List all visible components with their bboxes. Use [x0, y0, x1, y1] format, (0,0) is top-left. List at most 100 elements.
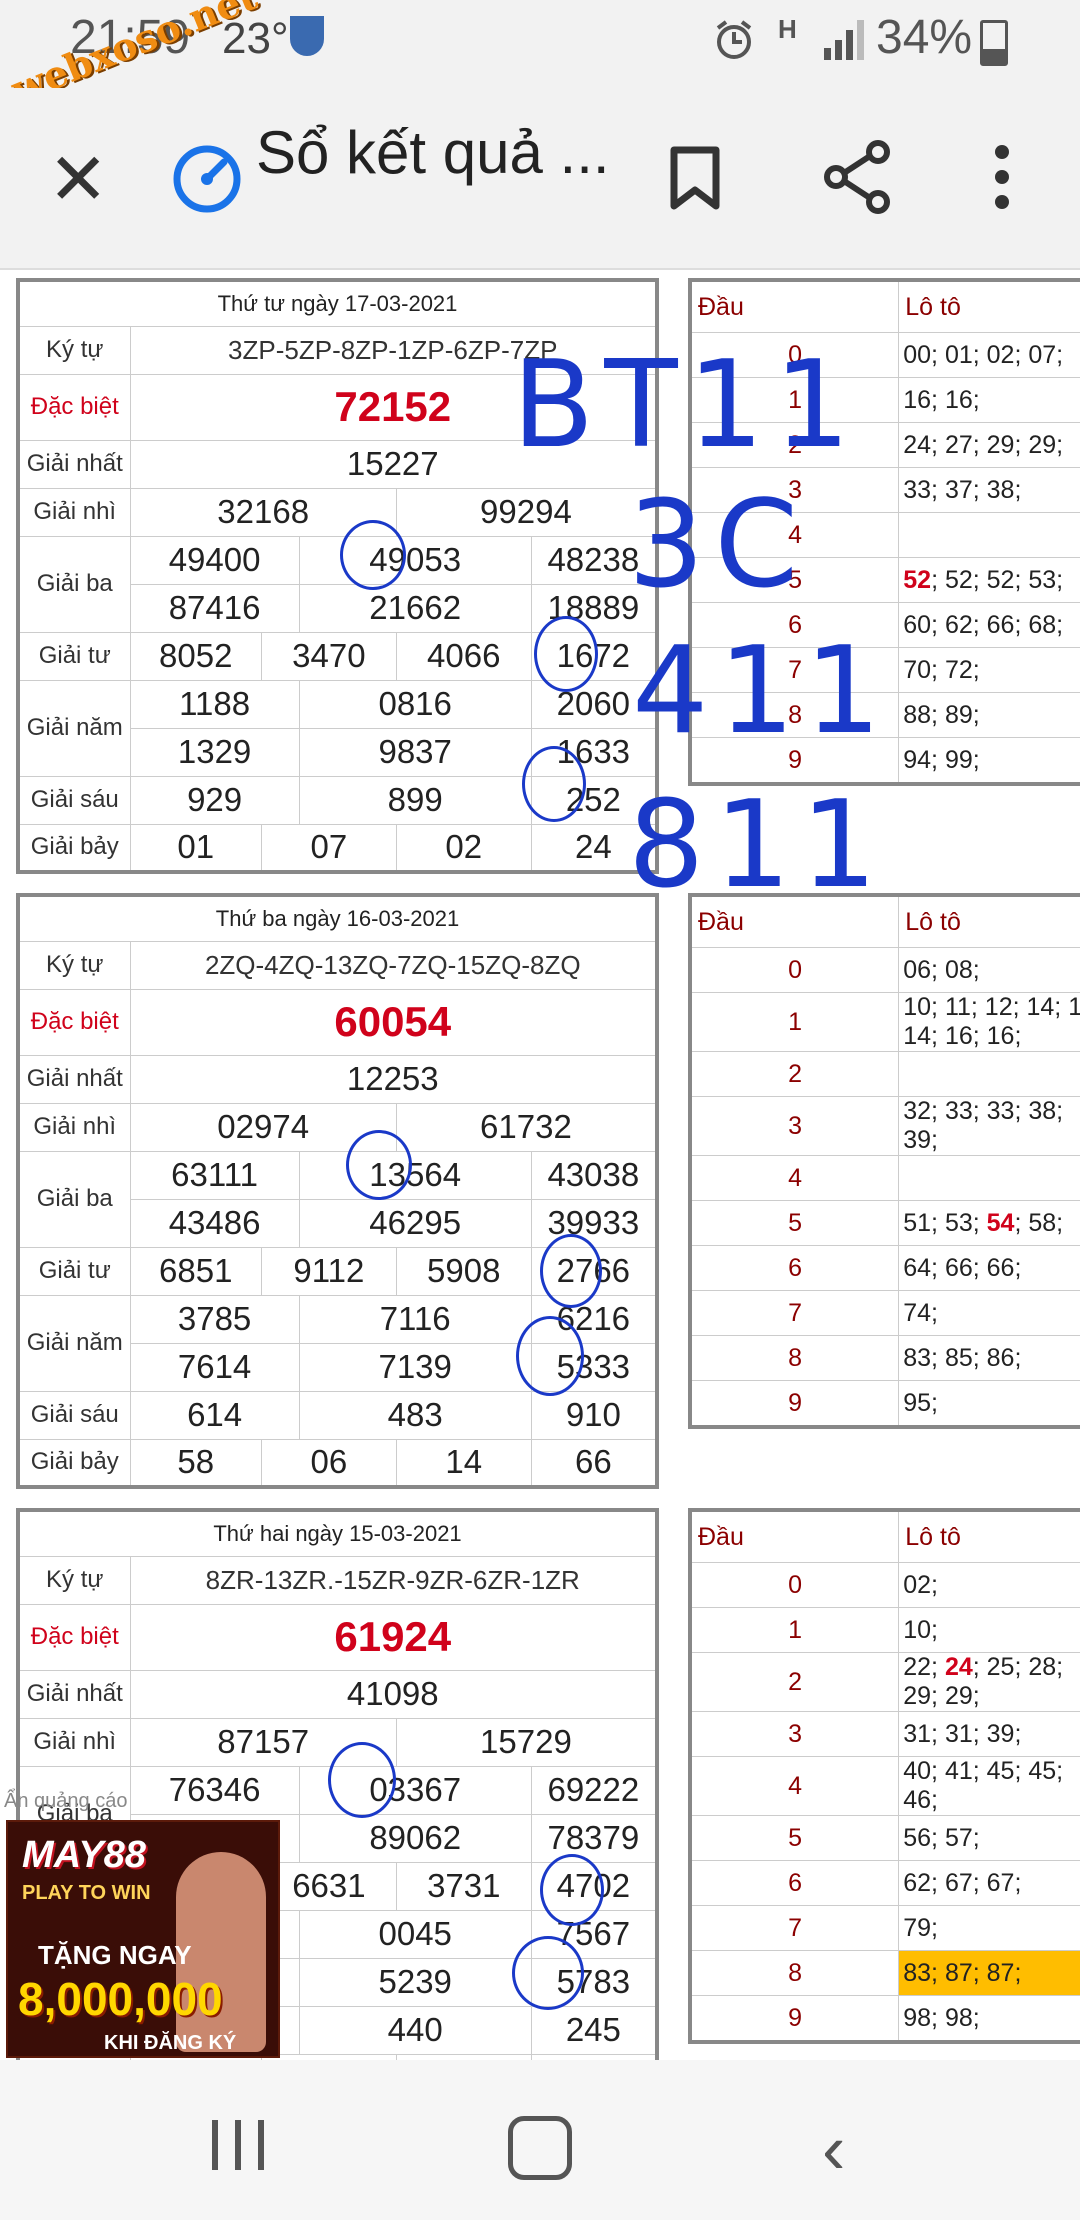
loto-head-digit: 0	[689, 947, 900, 993]
results-table: Thứ ba ngày 16-03-2021 Ký tự 2ZQ-4ZQ-13ZQ…	[16, 893, 659, 1489]
seventh-prize: 01	[129, 823, 262, 873]
loto-values: 56; 57;	[898, 1815, 1080, 1861]
loto-header: Lô tô	[898, 1509, 1080, 1563]
loto-number: 60; 62; 66; 68;	[903, 610, 1064, 639]
close-icon[interactable]: ✕	[48, 144, 108, 216]
third-prize: 03367	[298, 1765, 532, 1815]
loto-values: 31; 31; 39;	[898, 1711, 1080, 1757]
row-label: Ký tự	[17, 1555, 131, 1605]
loto-row: 9 98; 98;	[689, 1995, 1080, 2043]
recents-icon[interactable]	[210, 2118, 266, 2172]
handwritten-note: 3C	[628, 476, 809, 615]
sixth-prize: 929	[129, 775, 300, 825]
share-icon[interactable]	[822, 140, 892, 214]
loto-row: 0 02;	[689, 1562, 1080, 1608]
loto-values: 24; 27; 29; 29;	[898, 422, 1080, 468]
first-prize: 12253	[129, 1054, 658, 1104]
back-icon[interactable]: ‹	[822, 2114, 845, 2184]
loto-number: 10;	[903, 1615, 939, 1644]
third-prize: 43038	[530, 1150, 658, 1200]
loto-values: 60; 62; 66; 68;	[898, 602, 1080, 648]
fourth-prize: 4066	[395, 631, 532, 681]
seventh-prize: 07	[260, 823, 397, 873]
loto-number: ; 52; 52; 53;	[931, 565, 1064, 594]
loto-head-digit: 7	[689, 1905, 900, 1951]
home-icon[interactable]	[508, 2116, 572, 2180]
loto-values: 62; 67; 67;	[898, 1860, 1080, 1906]
fifth-prize: 1329	[129, 727, 300, 777]
row-label: Giải nhất	[17, 439, 131, 489]
fifth-prize: 3785	[129, 1294, 300, 1344]
row-label: Giải bảy	[17, 1438, 131, 1488]
loto-number: 00; 01; 02; 07;	[903, 340, 1064, 369]
loto-values: 22; 24; 25; 28; 29; 29;	[898, 1652, 1080, 1712]
special-prize: 60054	[129, 988, 658, 1056]
ad-promo: TẶNG NGAY	[38, 1940, 192, 1970]
fifth-prize: 0816	[298, 679, 532, 729]
seventh-prize: 02	[395, 823, 532, 873]
sixth-prize: 899	[298, 775, 532, 825]
system-nav-bar: ‹	[0, 2060, 1080, 2220]
loto-number: 32; 33; 33; 38; 39;	[903, 1097, 1064, 1154]
speed-gauge-icon[interactable]	[172, 144, 242, 214]
second-prize: 87157	[129, 1717, 397, 1767]
ad-amount: 8,000,000	[18, 1973, 223, 2025]
loto-number: 88; 89;	[903, 700, 980, 729]
loto-row: 3 32; 33; 33; 38; 39;	[689, 1096, 1080, 1156]
third-prize: 89062	[298, 1813, 532, 1863]
loto-number: 51; 53;	[903, 1208, 987, 1237]
row-label: Giải năm	[17, 679, 131, 777]
loto-number: 06; 08;	[903, 955, 980, 984]
results-content[interactable]: Thứ tư ngày 17-03-2021 Ký tự 3ZP-5ZP-8ZP-…	[0, 270, 1080, 2060]
ad-banner[interactable]: MAY88 PLAY TO WIN TẶNG NGAY 8,000,000 KH…	[6, 1820, 280, 2058]
page-title: Sổ kết quả ...	[256, 119, 610, 186]
loto-head-digit: 1	[689, 1607, 900, 1653]
signal-icon	[824, 20, 864, 60]
loto-row: 1 10;	[689, 1607, 1080, 1653]
row-label: Giải sáu	[17, 1390, 131, 1440]
loto-head-digit: 8	[689, 1950, 900, 1996]
loto-row: 5 56; 57;	[689, 1815, 1080, 1861]
fifth-prize: 5239	[298, 1957, 532, 2007]
loto-values: 32; 33; 33; 38; 39;	[898, 1096, 1080, 1156]
loto-head-digit: 4	[689, 1155, 900, 1201]
loto-head-digit: 9	[689, 1380, 900, 1428]
alarm-icon	[716, 20, 752, 59]
seventh-prize: 58	[129, 1438, 262, 1488]
second-prize: 15729	[395, 1717, 658, 1767]
loto-values: 10;	[898, 1607, 1080, 1653]
day-caption: Thứ ba ngày 16-03-2021	[17, 894, 658, 942]
network-type: H	[778, 14, 797, 44]
loto-values: 06; 08;	[898, 947, 1080, 993]
fifth-prize: 5783	[530, 1957, 658, 2007]
bookmark-icon[interactable]	[668, 146, 722, 212]
loto-number: 94; 99;	[903, 745, 980, 774]
hide-ad-link[interactable]: Ẩn quảng cáo	[4, 1790, 127, 1813]
third-prize: 69222	[530, 1765, 658, 1815]
fourth-prize: 6631	[260, 1861, 397, 1911]
loto-number: 62; 67; 67;	[903, 1868, 1022, 1897]
third-prize: 78379	[530, 1813, 658, 1863]
row-label: Giải năm	[17, 1294, 131, 1392]
loto-number: 31; 31; 39;	[903, 1719, 1022, 1748]
more-vert-icon[interactable]	[990, 142, 1014, 212]
loto-head-digit: 5	[689, 1200, 900, 1246]
loto-number: 95;	[903, 1388, 939, 1417]
loto-number: 40; 41; 45; 45; 46;	[903, 1757, 1064, 1814]
fourth-prize: 3470	[260, 631, 397, 681]
loto-table: ĐầuLô tô 0 06; 08; 1 10; 11; 12; 14; 14;…	[688, 893, 1080, 1429]
loto-number: 79;	[903, 1913, 939, 1942]
fourth-prize: 8052	[129, 631, 262, 681]
fifth-prize: 6216	[530, 1294, 658, 1344]
dau-header: Đầu	[689, 279, 900, 333]
row-label: Giải ba	[17, 535, 131, 633]
loto-number: 98; 98;	[903, 2003, 980, 2032]
loto-number: 64; 66; 66;	[903, 1253, 1022, 1282]
battery-percent: 34%	[876, 11, 973, 64]
row-label: Ký tự	[17, 325, 131, 375]
loto-head-digit: 4	[689, 1756, 900, 1816]
loto-row: 6 64; 66; 66;	[689, 1245, 1080, 1291]
third-prize: 43486	[129, 1198, 300, 1248]
sixth-prize: 483	[298, 1390, 532, 1440]
loto-row: 5 51; 53; 54; 58;	[689, 1200, 1080, 1246]
